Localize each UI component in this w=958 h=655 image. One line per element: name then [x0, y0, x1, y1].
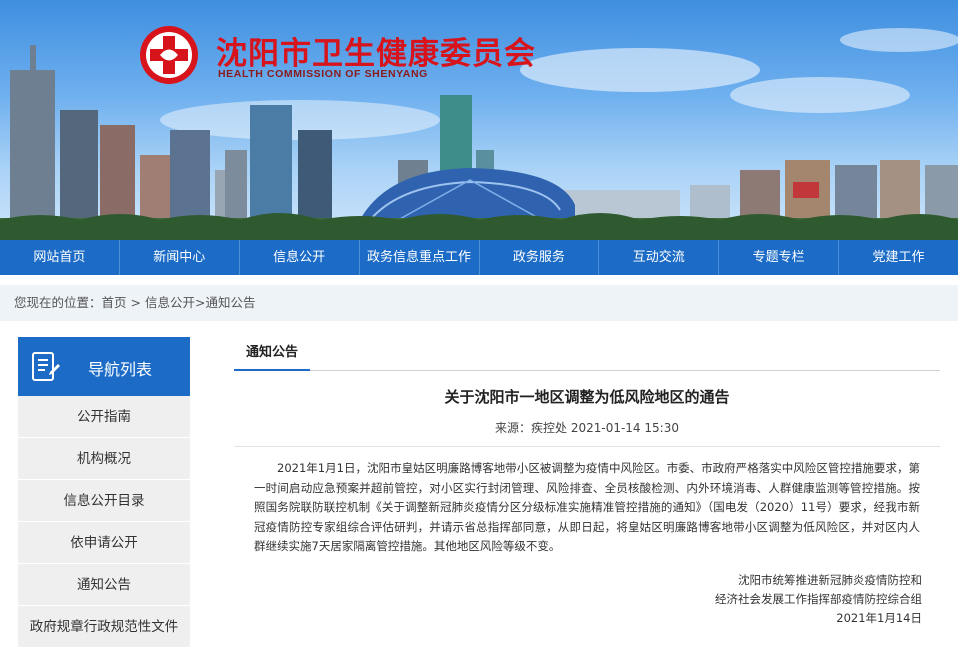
sidebar: 导航列表 公开指南 机构概况 信息公开目录 依申请公开 通知公告 政府规章行政规… [18, 337, 190, 648]
site-subtitle: HEALTH COMMISSION OF SHENYANG [218, 68, 428, 80]
nav-info-public[interactable]: 信息公开 [240, 240, 360, 275]
breadcrumb-separator: > [194, 295, 206, 310]
breadcrumb-separator: > [126, 295, 145, 310]
signature-date: 2021年1月14日 [836, 610, 922, 625]
sidebar-item-catalog[interactable]: 信息公开目录 [18, 480, 190, 522]
sidebar-header: 导航列表 [18, 337, 190, 396]
nav-party[interactable]: 党建工作 [839, 240, 958, 275]
breadcrumb: 您现在的位置：首页 > 信息公开>通知公告 [0, 285, 958, 321]
sidebar-title: 导航列表 [88, 360, 153, 379]
nav-special[interactable]: 专题专栏 [719, 240, 840, 275]
tab-notice[interactable]: 通知公告 [234, 337, 311, 371]
document-list-icon [32, 352, 60, 381]
main-nav: 网站首页 新闻中心 信息公开 政务信息重点工作 政务服务 互动交流 专题专栏 党… [0, 240, 958, 275]
sidebar-item-org[interactable]: 机构概况 [18, 438, 190, 480]
red-cross-emblem-icon [140, 26, 198, 84]
breadcrumb-current[interactable]: 通知公告 [205, 295, 255, 310]
nav-home[interactable]: 网站首页 [0, 240, 120, 275]
header-banner: 沈阳市卫生健康委员会 HEALTH COMMISSION OF SHENYANG [0, 0, 958, 240]
article-body: 2021年1月1日，沈阳市皇姑区明廉路博客地带小区被调整为疫情中风险区。市委、市… [254, 461, 920, 553]
sidebar-item-guide[interactable]: 公开指南 [18, 396, 190, 438]
breadcrumb-section[interactable]: 信息公开 [145, 295, 195, 310]
main-content: 通知公告 关于沈阳市一地区调整为低风险地区的通告 来源：疾控处 2021-01-… [234, 337, 940, 628]
site-logo[interactable]: 沈阳市卫生健康委员会 HEALTH COMMISSION OF SHENYANG [138, 24, 558, 88]
site-title: 沈阳市卫生健康委员会 [216, 36, 536, 72]
article-signature: 沈阳市统筹推进新冠肺炎疫情防控和 经济社会发展工作指挥部疫情防控综合组 2021… [234, 571, 940, 628]
article-meta: 来源：疾控处 2021-01-14 15:30 [234, 419, 940, 447]
nav-news[interactable]: 新闻中心 [120, 240, 240, 275]
nav-gov-service[interactable]: 政务服务 [480, 240, 600, 275]
signature-line: 沈阳市统筹推进新冠肺炎疫情防控和 [738, 572, 922, 587]
section-tabbar: 通知公告 [234, 337, 940, 371]
breadcrumb-prefix: 您现在的位置： [14, 295, 102, 310]
article-title: 关于沈阳市一地区调整为低风险地区的通告 [444, 388, 730, 406]
signature-line: 经济社会发展工作指挥部疫情防控综合组 [715, 591, 922, 606]
nav-interaction[interactable]: 互动交流 [599, 240, 720, 275]
sidebar-item-request[interactable]: 依申请公开 [18, 522, 190, 564]
sidebar-item-notice[interactable]: 通知公告 [18, 564, 190, 606]
sidebar-item-regulations[interactable]: 政府规章行政规范性文件 [18, 606, 190, 648]
breadcrumb-home[interactable]: 首页 [102, 295, 127, 310]
nav-key-work[interactable]: 政务信息重点工作 [360, 240, 480, 275]
